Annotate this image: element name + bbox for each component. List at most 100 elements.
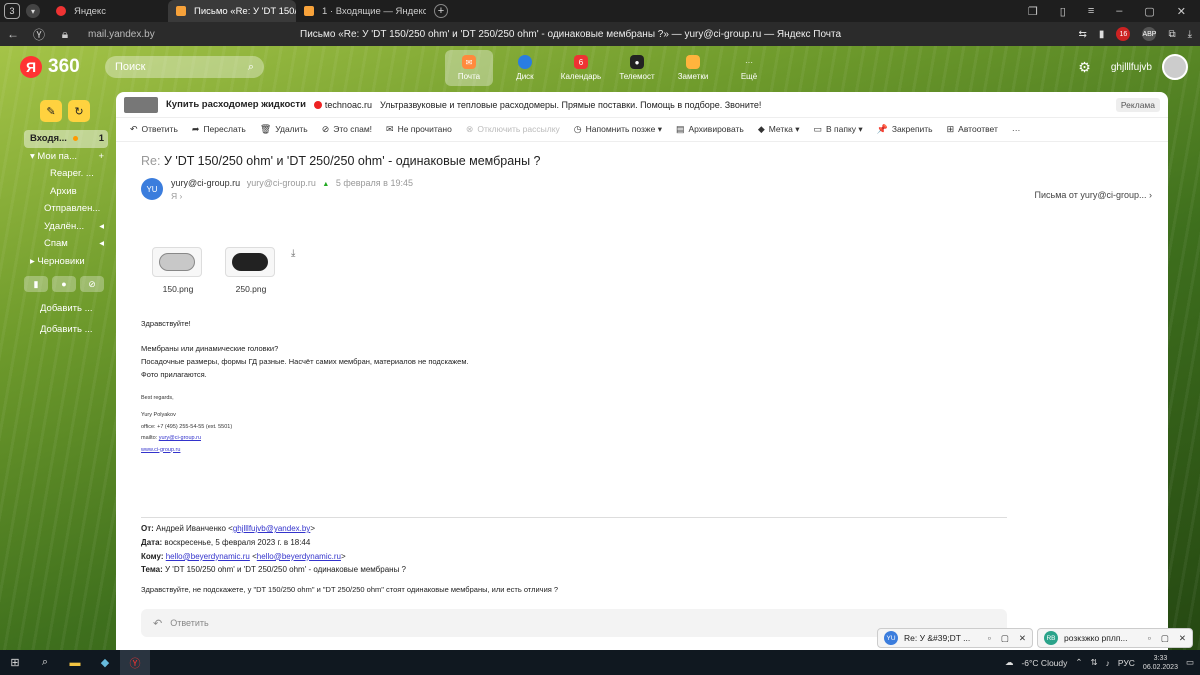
notification-text[interactable]: розкзжко рплп... <box>1064 633 1128 643</box>
file-explorer-icon[interactable]: ▬ <box>60 650 90 675</box>
notification-text[interactable]: Re: У &#39;DT ... <box>904 633 970 643</box>
yandex-browser-icon[interactable]: Ⓨ <box>120 650 150 675</box>
notes-app-icon[interactable]: ◆ <box>90 650 120 675</box>
clock[interactable]: 3:33 06.02.2023 <box>1143 654 1178 672</box>
weather-text[interactable]: -6°C Cloudy <box>1021 658 1067 668</box>
network-icon[interactable]: ⇅ <box>1091 657 1098 668</box>
toolbar-item[interactable]: ⊞ Автоответ <box>947 124 998 135</box>
quote-from-email[interactable]: ghjlllfujvb@yandex.by <box>233 524 311 533</box>
bookmark-filter-icon[interactable]: ▮ <box>24 276 48 292</box>
ad-label[interactable]: Реклама <box>1115 97 1160 112</box>
download-icon[interactable]: ⤓ <box>1188 29 1192 40</box>
bookmark-add-icon[interactable]: ▮ <box>1099 29 1105 40</box>
notification-popup[interactable]: YU Re: У &#39;DT ... ▫ ▢ ✕ <box>877 628 1033 648</box>
toolbar-item[interactable]: ➦ Переслать <box>192 124 246 135</box>
gear-icon[interactable]: ⚙ <box>1078 59 1091 76</box>
search-input[interactable]: Поиск ⌕ <box>105 56 264 78</box>
bookmark-icon[interactable]: ▯ <box>1060 5 1066 18</box>
tray-arrow-icon[interactable]: ⌃ <box>1075 657 1082 668</box>
minimize-icon[interactable]: ▫ <box>988 633 991 644</box>
adblock-icon[interactable]: ABP <box>1142 27 1156 41</box>
notifications-icon[interactable]: ▭ <box>1186 657 1194 668</box>
sender-avatar[interactable]: YU <box>141 178 163 200</box>
recipient[interactable]: Я › <box>171 191 413 201</box>
search-icon[interactable]: ⌕ <box>248 61 254 74</box>
new-tab-button[interactable]: + <box>434 4 448 18</box>
chevron-down-icon[interactable]: ▾ <box>26 4 40 18</box>
attachment-filter-icon[interactable]: ⊘ <box>80 276 104 292</box>
letters-from-sender-link[interactable]: Письма от yury@ci-group... › <box>1035 190 1152 200</box>
folder-spam[interactable]: Спам ◂ <box>24 235 108 253</box>
toolbar-item[interactable]: ↶ Ответить <box>130 124 178 135</box>
clear-icon[interactable]: ◂ <box>99 238 108 249</box>
username[interactable]: ghjlllfujvb <box>1111 62 1152 73</box>
service-telemost[interactable]: ● Телемост <box>613 50 661 86</box>
url-text[interactable]: mail.yandex.by <box>88 29 155 40</box>
unread-filter-icon[interactable]: ● <box>52 276 76 292</box>
toolbar-item[interactable]: ▤ Архивировать <box>676 124 744 135</box>
service-more[interactable]: ··· Ещё <box>725 50 773 86</box>
folder-inbox[interactable]: Входя... 1 <box>24 130 108 148</box>
folder-my-folders[interactable]: ▾ Мои па... + <box>24 148 108 166</box>
toolbar-item[interactable]: ⊗ Отключить рассылку <box>466 124 560 135</box>
folder-reaper[interactable]: Reaper. ... <box>24 165 108 183</box>
add-collector-link[interactable]: Добавить ... <box>24 319 108 340</box>
service-disk[interactable]: Диск <box>501 50 549 86</box>
ad-banner[interactable]: Купить расходомер жидкости technoac.ru У… <box>116 92 1168 118</box>
avatar[interactable] <box>1162 54 1188 80</box>
add-folder-icon[interactable]: + <box>98 151 108 162</box>
volume-icon[interactable]: ♪ <box>1106 658 1110 668</box>
close-window-icon[interactable]: ✕ <box>1177 5 1186 18</box>
extension-badge[interactable]: 16 <box>1116 27 1131 41</box>
menu-icon[interactable]: ≡ <box>1088 5 1094 18</box>
ad-title[interactable]: Купить расходомер жидкости <box>166 99 306 110</box>
quote-to-email[interactable]: hello@beyerdynamic.ru <box>257 552 341 561</box>
mailto-link[interactable]: yury@ci-group.ru <box>159 435 201 441</box>
attachment[interactable]: 150.png <box>152 247 204 294</box>
minimize-icon[interactable]: ▫ <box>1148 633 1151 644</box>
folder-archive[interactable]: Архив <box>24 183 108 201</box>
ad-site[interactable]: technoac.ru <box>313 100 372 110</box>
search-icon[interactable]: ⌕ <box>30 650 60 675</box>
attachment-thumbnail[interactable] <box>152 247 202 277</box>
yandex-browser-icon[interactable]: Ⓨ <box>26 26 52 43</box>
tab-yandex[interactable]: Яндекс <box>48 0 168 22</box>
service-calendar[interactable]: 6 Календарь <box>557 50 605 86</box>
tabs-icon[interactable]: ❐ <box>1028 5 1038 18</box>
sender-email[interactable]: yury@ci-group.ru <box>247 178 316 188</box>
add-mailbox-link[interactable]: Добавить ... <box>24 298 108 319</box>
toolbar-item[interactable]: ⊘ Это спам! <box>322 124 372 135</box>
close-icon[interactable]: ✕ <box>1019 633 1026 644</box>
website-link[interactable]: www.ci-group.ru <box>141 445 469 457</box>
back-icon[interactable]: ← <box>0 27 26 41</box>
translate-icon[interactable]: ⇆ <box>1079 29 1087 40</box>
folder-drafts[interactable]: ▸ Черновики <box>24 253 108 271</box>
toolbar-item[interactable]: ◆ Метка ▾ <box>758 124 800 135</box>
attachment-name[interactable]: 250.png <box>225 284 277 294</box>
refresh-icon[interactable]: ↻ <box>68 100 90 122</box>
clear-icon[interactable]: ◂ <box>99 221 108 232</box>
toolbar-item[interactable]: 🗑 Удалить <box>260 124 308 135</box>
service-notes[interactable]: Заметки <box>669 50 717 86</box>
tab-count[interactable]: 3 <box>4 3 20 19</box>
tab-inbox[interactable]: 1 · Входящие — Яндекс П <box>296 0 426 22</box>
minimize-icon[interactable]: – <box>1116 5 1122 18</box>
attachment-name[interactable]: 150.png <box>152 284 204 294</box>
download-icon[interactable]: ⤓ <box>291 248 295 259</box>
toolbar-item[interactable]: ··· <box>1012 125 1021 135</box>
toolbar-item[interactable]: ▭ В папку ▾ <box>814 124 863 135</box>
notification-popup[interactable]: RB розкзжко рплп... ▫ ▢ ✕ <box>1037 628 1193 648</box>
yandex-360-logo[interactable]: Я 360 <box>20 56 80 78</box>
expand-icon[interactable]: ▢ <box>1161 633 1169 644</box>
close-icon[interactable]: ✕ <box>1179 633 1186 644</box>
toolbar-item[interactable]: 📌 Закрепить <box>877 124 933 135</box>
toolbar-item[interactable]: ◷ Напомнить позже ▾ <box>574 124 662 135</box>
sender-name[interactable]: yury@ci-group.ru <box>171 178 240 188</box>
compose-icon[interactable]: ✎ <box>40 100 62 122</box>
attachment[interactable]: 250.png <box>225 247 277 294</box>
extensions-icon[interactable]: ⧉ <box>1168 29 1175 40</box>
attachment-thumbnail[interactable] <box>225 247 275 277</box>
toolbar-item[interactable]: ✉ Не прочитано <box>386 124 452 135</box>
folder-deleted[interactable]: Удалён... ◂ <box>24 218 108 236</box>
windows-start-icon[interactable]: ⊞ <box>0 650 30 675</box>
